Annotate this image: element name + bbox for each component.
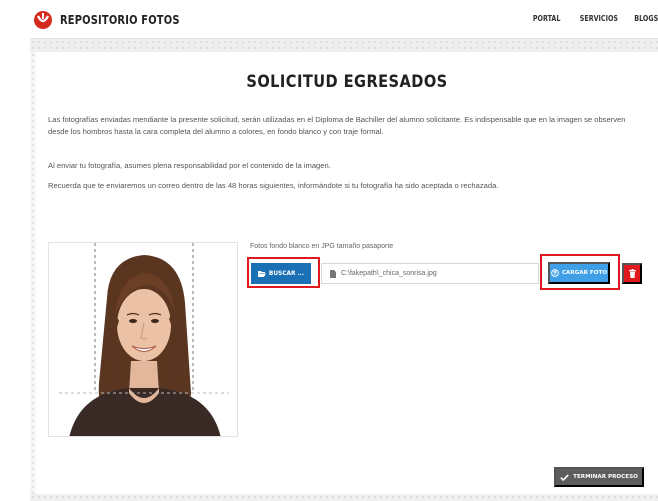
main-card: SOLICITUD EGRESADOS Las fotografías envi… [36,52,658,494]
nav-item-portal[interactable]: PORTAL [533,14,561,23]
upload-circle-icon [551,269,559,277]
pattern-band [30,38,658,52]
notice-paragraph: Recuerda que te enviaremos un correo den… [48,181,499,190]
finish-process-label: TERMINAR PROCESO [573,474,638,480]
photo-preview [48,242,238,437]
nav-item-servicios[interactable]: SERVICIOS [580,14,618,23]
trash-icon [628,269,636,278]
browse-button[interactable]: BUSCAR ... [251,263,311,284]
top-header: REPOSITORIO FOTOS PORTAL SERVICIOS BLOGS [0,0,658,40]
finish-process-button[interactable]: TERMINAR PROCESO [554,467,644,487]
delete-button[interactable] [622,263,642,284]
upload-photo-label: CARGAR FOTO [561,270,608,276]
check-icon [560,473,569,481]
file-icon [330,269,336,278]
page-title: SOLICITUD EGRESADOS [246,72,448,92]
nav-item-blogs[interactable]: BLOGS [634,14,658,23]
folder-open-icon [257,271,266,277]
top-nav: PORTAL SERVICIOS BLOGS [516,14,658,23]
upload-photo-button[interactable]: CARGAR FOTO [548,262,610,284]
brand-title[interactable]: REPOSITORIO FOTOS [60,12,180,27]
file-path-value: C:\fakepath\_chica_sonrisa.jpg [341,270,437,277]
upc-logo-icon[interactable] [33,10,53,30]
intro-paragraph: Las fotografías enviadas mendiante la pr… [48,115,626,136]
browse-button-label: BUSCAR ... [268,270,305,277]
responsibility-paragraph: Al enviar tu fotografía, asumes plena re… [48,161,331,170]
portrait-image [49,243,237,436]
file-path-field[interactable]: C:\fakepath\_chica_sonrisa.jpg [321,263,539,284]
bottom-band [30,494,658,501]
upload-instructions: Fotos fondo blanco en JPG tamaño pasapor… [250,243,394,250]
